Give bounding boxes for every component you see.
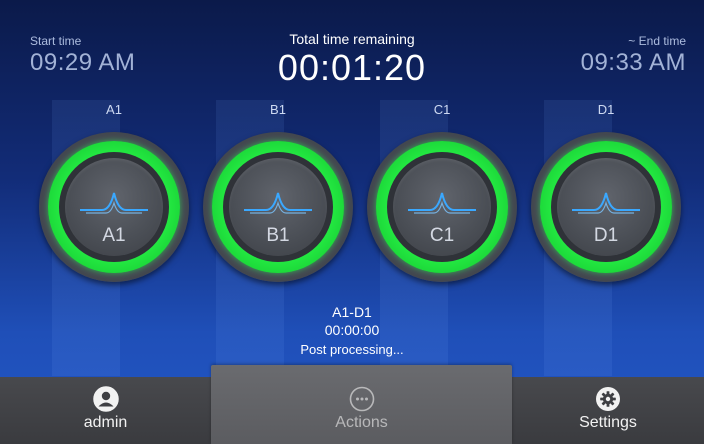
run-screen: Start time 09:29 AM Total time remaining… — [0, 0, 704, 444]
well-ring[interactable]: B1 — [203, 132, 353, 282]
well-ring[interactable]: D1 — [531, 132, 681, 282]
settings-button[interactable]: Settings — [512, 377, 704, 444]
well-top-label: B1 — [270, 102, 286, 117]
status-range: A1-D1 — [332, 304, 372, 320]
well-inner-label: B1 — [266, 225, 290, 246]
bottom-nav-bar: admin Actions Settings — [0, 365, 704, 444]
well-top-label: C1 — [433, 102, 451, 117]
well-inner-label: C1 — [429, 225, 455, 246]
well-b1[interactable]: B1 B1 — [202, 100, 354, 282]
well-ring[interactable]: C1 — [367, 132, 517, 282]
peak-waveform-icon — [80, 192, 148, 214]
status-message: Post processing... — [300, 342, 404, 357]
status-elapsed: 00:00:00 — [324, 322, 380, 338]
well-top-label: A1 — [106, 102, 122, 117]
well-ring[interactable]: A1 — [39, 132, 189, 282]
settings-label: Settings — [579, 414, 637, 431]
user-circle-icon — [92, 386, 119, 412]
well-d1[interactable]: D1 D1 — [530, 100, 682, 282]
well-inner-label: D1 — [593, 225, 619, 246]
gear-icon — [596, 387, 620, 411]
actions-label: Actions — [335, 414, 388, 431]
well-a1[interactable]: A1 A1 — [38, 100, 190, 282]
end-time-label: ~ End time — [628, 34, 686, 48]
end-time-block: ~ End time 09:33 AM — [581, 34, 686, 77]
well-inner-label: A1 — [102, 225, 126, 246]
run-status: A1-D1 00:00:00 Post processing... — [0, 304, 704, 357]
well-top-label: D1 — [597, 102, 615, 117]
actions-button[interactable]: Actions — [211, 365, 512, 444]
end-time-value: 09:33 AM — [580, 49, 686, 76]
admin-label: admin — [83, 414, 128, 431]
peak-waveform-icon — [244, 192, 312, 214]
well-c1[interactable]: C1 C1 — [366, 100, 518, 282]
admin-button[interactable]: admin — [0, 377, 211, 444]
more-horizontal-icon — [349, 386, 374, 412]
peak-waveform-icon — [408, 192, 476, 214]
peak-waveform-icon — [572, 192, 640, 214]
